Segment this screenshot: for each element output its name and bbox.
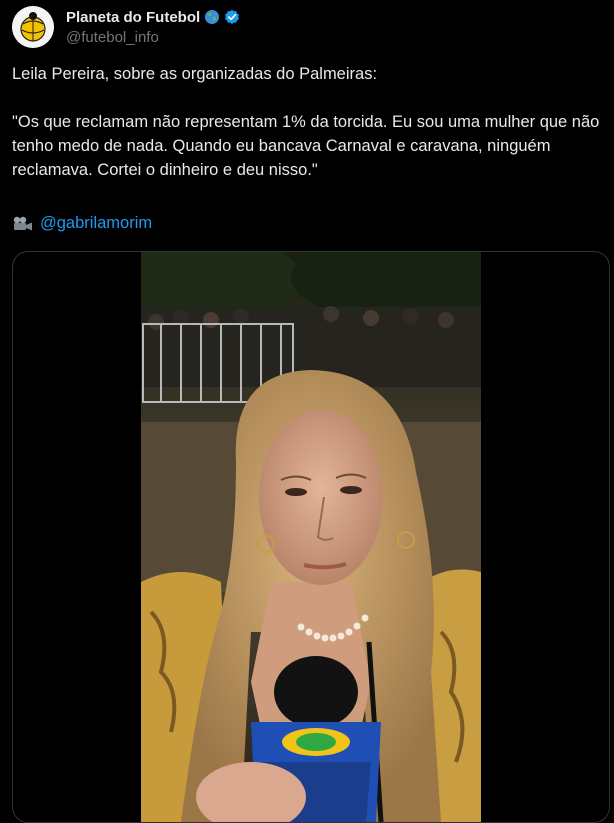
display-name[interactable]: Planeta do Futebol <box>66 9 200 26</box>
display-name-row: Planeta do Futebol <box>66 7 240 27</box>
video-frame[interactable] <box>141 252 481 822</box>
video-player[interactable] <box>12 251 610 823</box>
movie-camera-icon <box>13 216 32 230</box>
video-credit: @gabrilamorim <box>12 214 152 233</box>
verified-badge-icon <box>225 9 240 24</box>
tweet-header: Planeta do Futebol @futebol_info <box>12 6 602 50</box>
account-names: Planeta do Futebol @futebol_info <box>66 7 240 46</box>
avatar[interactable] <box>12 6 54 48</box>
tweet-text: Leila Pereira, sobre as organizadas do P… <box>12 65 600 179</box>
avatar-logo-icon <box>12 6 54 48</box>
credit-mention-link[interactable]: @gabrilamorim <box>40 214 152 233</box>
handle[interactable]: @futebol_info <box>66 29 240 46</box>
globe-icon <box>205 10 220 24</box>
